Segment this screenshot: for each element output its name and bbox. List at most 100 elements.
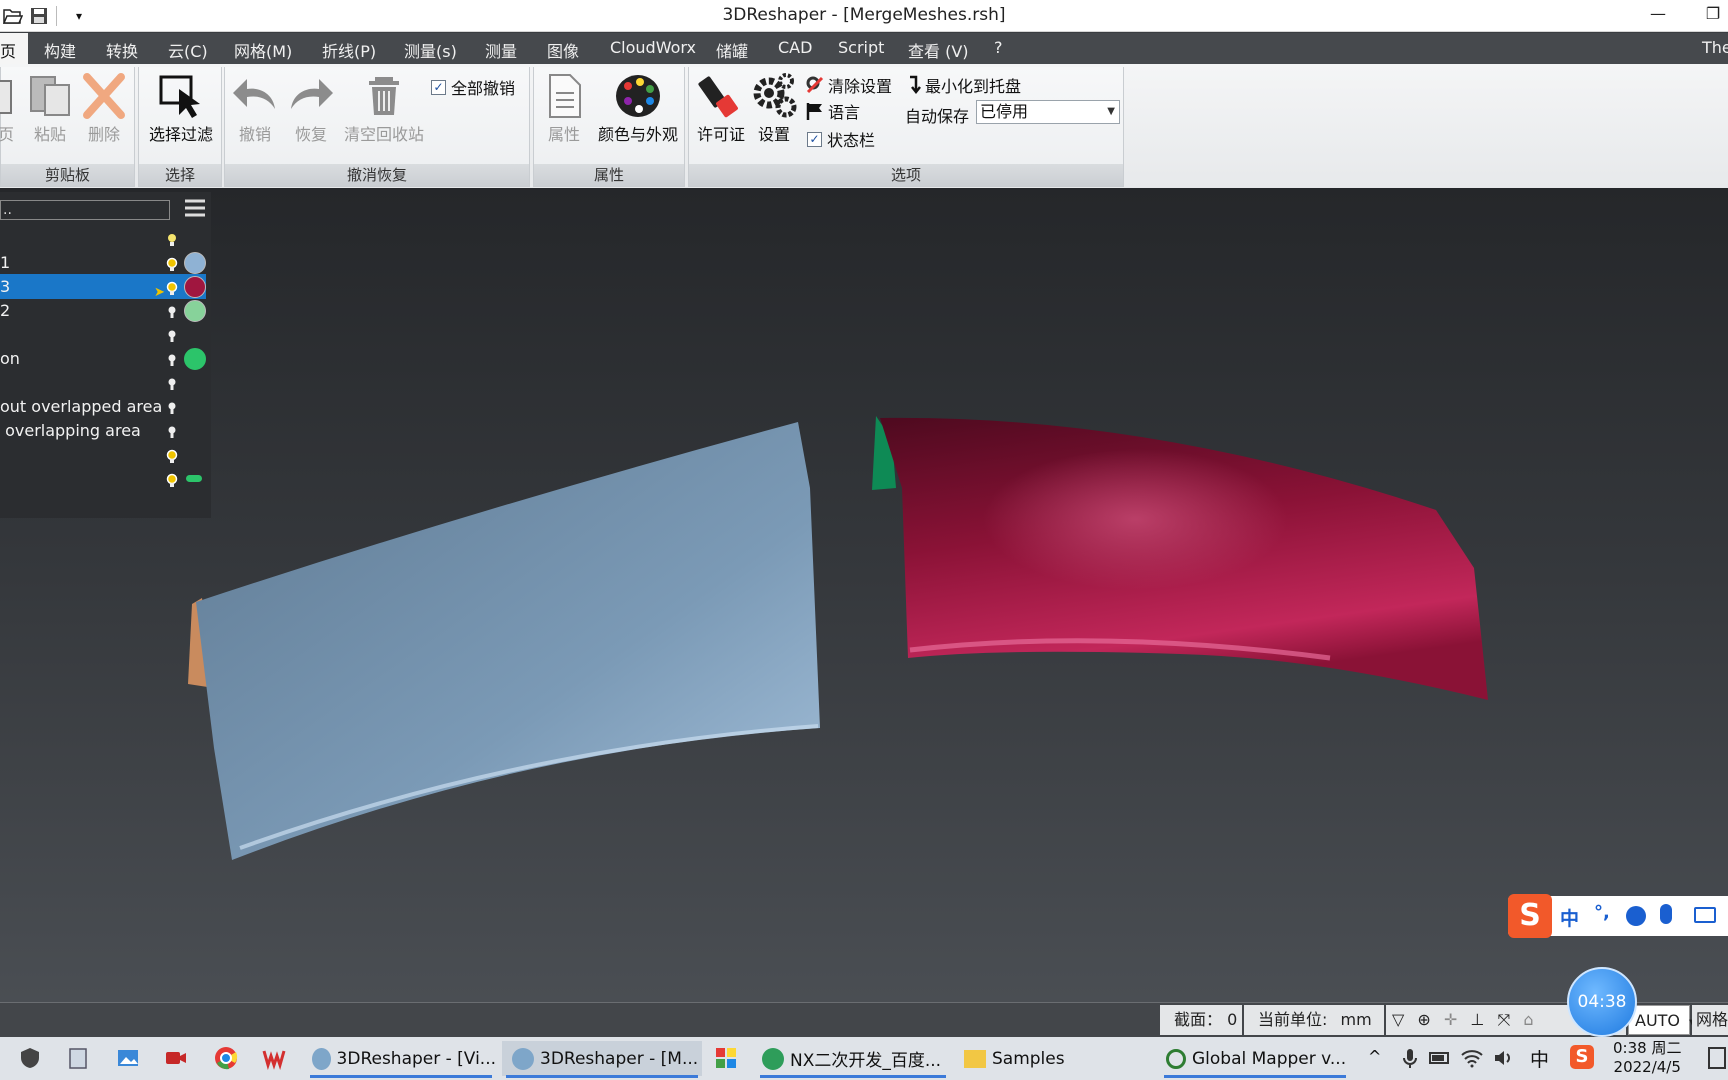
tree-row[interactable]	[0, 226, 211, 251]
menu-cad[interactable]: CAD	[778, 38, 812, 57]
image-viewer-app-icon[interactable]	[116, 1046, 140, 1070]
color-appearance-button[interactable]: 颜色与外观	[594, 71, 682, 145]
chevron-up-icon[interactable]: ^	[1368, 1047, 1381, 1066]
autosave-dropdown[interactable]: 已停用 ▼	[976, 100, 1120, 124]
color-swatch[interactable]	[184, 276, 206, 298]
settings-button[interactable]: 设置	[749, 71, 799, 145]
lightbulb-icon[interactable]	[164, 350, 180, 366]
volume-icon[interactable]	[1492, 1046, 1516, 1070]
hamburger-menu-icon[interactable]	[184, 198, 206, 218]
recording-timer[interactable]: 04:38	[1567, 967, 1637, 1037]
undo-button[interactable]: 撤销	[229, 71, 281, 145]
tree-row[interactable]: 2	[0, 298, 211, 323]
clear-settings-button[interactable]: 清除设置	[805, 73, 892, 97]
color-swatch[interactable]	[184, 300, 206, 322]
tree-row[interactable]: 1	[0, 250, 211, 275]
lock-icon[interactable]: ⌂	[1523, 1005, 1533, 1035]
menu-cloud[interactable]: 云(C)	[168, 38, 208, 62]
tree-row[interactable]	[0, 442, 211, 467]
axis-cross-icon[interactable]: ✛	[1444, 1005, 1457, 1035]
tree-row[interactable]	[0, 370, 211, 395]
tree-row[interactable]: on	[0, 346, 211, 371]
shield-app-icon[interactable]	[18, 1046, 42, 1070]
lightbulb-icon[interactable]	[164, 374, 180, 390]
toggle-icon[interactable]	[186, 475, 202, 482]
lightbulb-on-icon[interactable]	[164, 470, 180, 487]
menu-transform[interactable]: 转换	[106, 38, 138, 62]
recorder-app-icon[interactable]	[164, 1046, 188, 1070]
mode-dropdown[interactable]: AUTO ▼	[1628, 1005, 1697, 1035]
delete-button[interactable]: 删除	[81, 71, 127, 145]
delete-label: 删除	[87, 125, 120, 144]
sogou-tray-icon[interactable]: S	[1570, 1045, 1594, 1069]
battery-icon[interactable]	[1428, 1046, 1452, 1070]
redo-button[interactable]: 恢复	[285, 71, 337, 145]
lightbulb-on-icon[interactable]	[164, 278, 180, 295]
menu-help[interactable]: ?	[994, 38, 1003, 57]
menu-build[interactable]: 构建	[44, 38, 76, 62]
lightbulb-icon[interactable]	[164, 422, 180, 438]
menu-image[interactable]: 图像	[547, 38, 579, 62]
taskbar-app-folder[interactable]: Samples	[958, 1041, 1108, 1076]
menu-home[interactable]: 页	[0, 33, 28, 64]
menu-polyline[interactable]: 折线(P)	[322, 38, 376, 62]
paste-button[interactable]: 粘贴	[27, 71, 73, 145]
funnel-icon[interactable]: ▽	[1392, 1005, 1404, 1035]
ime-tray-indicator[interactable]: 中	[1530, 1045, 1549, 1072]
microphone-icon[interactable]	[1660, 904, 1672, 924]
ime-lang-toggle[interactable]: 中	[1560, 904, 1579, 931]
tree-row[interactable]	[0, 466, 211, 491]
taskbar-app-global-mapper[interactable]: Global Mapper v...	[1160, 1041, 1350, 1078]
lightbulb-icon[interactable]	[164, 230, 180, 246]
tree-row[interactable]: out overlapped area	[0, 394, 211, 419]
microphone-tray-icon[interactable]	[1398, 1046, 1422, 1070]
statusbar-checkbox[interactable]: ✓ 状态栏	[807, 127, 875, 151]
minimize-tray-button[interactable]: 最小化到托盘	[907, 73, 1021, 97]
empty-bin-button[interactable]: 清空回收站	[339, 71, 429, 145]
sogou-logo-icon[interactable]: S	[1508, 894, 1552, 938]
tree-row[interactable]: overlapping area	[0, 418, 211, 443]
lightbulb-on-icon[interactable]	[164, 254, 180, 271]
color-swatch[interactable]	[184, 252, 206, 274]
taskbar-app-3dreshaper-2[interactable]: 3DReshaper - [M...	[502, 1041, 702, 1078]
notepad-app-icon[interactable]	[66, 1046, 90, 1070]
menu-cloudworx[interactable]: CloudWorx	[610, 38, 696, 57]
menu-script[interactable]: Script	[838, 38, 884, 57]
lightbulb-icon[interactable]	[164, 398, 180, 414]
menu-view[interactable]: 查看 (V)	[908, 38, 969, 62]
ime-punct-toggle[interactable]: °,	[1594, 902, 1610, 923]
keyboard-icon[interactable]	[1694, 907, 1716, 923]
copy-button[interactable]: 页	[0, 71, 17, 145]
color-swatch[interactable]	[184, 348, 206, 370]
undo-all-checkbox[interactable]: ✓ 全部撤销	[431, 75, 515, 99]
restore-icon[interactable]: ❐	[1698, 4, 1728, 28]
lightbulb-on-icon[interactable]	[164, 446, 180, 463]
tree-row-selected[interactable]: 3 ➤	[0, 274, 206, 300]
minimize-icon[interactable]: —	[1643, 4, 1673, 28]
colorful-app-icon[interactable]	[714, 1046, 738, 1070]
lightbulb-icon[interactable]	[164, 302, 180, 318]
license-button[interactable]: 许可证	[693, 71, 749, 145]
properties-button[interactable]: 属性	[536, 71, 592, 145]
select-filter-button[interactable]: 选择过滤	[143, 71, 219, 145]
menu-measure[interactable]: 测量	[485, 38, 517, 62]
taskbar-app-3dreshaper-1[interactable]: 3DReshaper - [Vi...	[306, 1041, 496, 1078]
emoji-icon[interactable]	[1626, 906, 1646, 926]
menu-measure-s[interactable]: 测量(s)	[404, 38, 457, 62]
lightbulb-icon[interactable]	[164, 326, 180, 342]
taskbar-app-browser[interactable]: NX二次开发_百度...	[756, 1041, 950, 1078]
menu-tank[interactable]: 储罐	[716, 38, 748, 62]
axis-up-icon[interactable]: ⊥	[1470, 1005, 1484, 1035]
zoom-icon[interactable]: ⊕	[1417, 1005, 1430, 1035]
tree-row[interactable]	[0, 322, 211, 347]
clock[interactable]: 0:38 周二 2022/4/5	[1613, 1039, 1681, 1077]
tree-search-input[interactable]: ..	[0, 200, 170, 220]
wifi-icon[interactable]	[1460, 1046, 1484, 1070]
language-button[interactable]: 语言	[805, 99, 860, 123]
wps-app-icon[interactable]	[262, 1046, 286, 1071]
menu-mesh[interactable]: 网格(M)	[234, 38, 292, 62]
notification-icon[interactable]	[1708, 1047, 1726, 1069]
chrome-app-icon[interactable]	[214, 1046, 238, 1070]
3d-viewport[interactable]	[0, 188, 1728, 1002]
axis-3d-icon[interactable]: ⤧	[1497, 1005, 1510, 1035]
